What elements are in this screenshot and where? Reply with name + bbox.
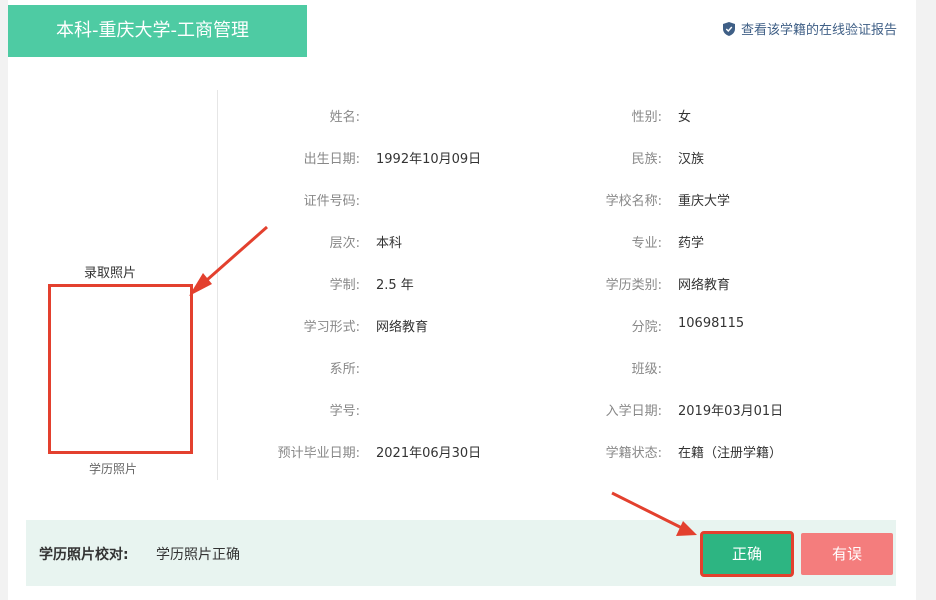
verify-link-label: 查看该学籍的在线验证报告: [740, 23, 897, 38]
enrollment-date-value: 2019年03月01日: [678, 404, 784, 419]
page: 学信网 学信网 学信网 学信网 学信网 学信网 学信网 学信网 本科-重庆大学-…: [0, 0, 936, 600]
photo-check-value: 学历照片正确: [156, 547, 240, 563]
branch-value: 10698115: [678, 316, 745, 331]
correct-button[interactable]: 正确: [700, 531, 794, 577]
ethnicity-label: 民族:: [631, 152, 662, 167]
study-length-label: 学制:: [329, 278, 360, 293]
shield-icon: [722, 21, 735, 36]
name-label: 姓名:: [329, 110, 360, 125]
class-label: 班级:: [631, 362, 662, 377]
education-type-value: 网络教育: [678, 278, 731, 293]
education-type-label: 学历类别:: [605, 278, 662, 293]
branch-label: 分院:: [631, 320, 662, 335]
birth-date-label: 出生日期:: [303, 152, 360, 167]
ethnicity-value: 汉族: [678, 152, 705, 167]
major-value: 药学: [678, 236, 705, 251]
level-value: 本科: [376, 236, 403, 251]
level-label: 层次:: [329, 236, 360, 251]
school-name-label: 学校名称:: [605, 194, 662, 209]
vertical-divider: [217, 90, 218, 480]
study-length-value: 2.5 年: [376, 278, 414, 293]
gender-value: 女: [678, 110, 692, 125]
study-mode-value: 网络教育: [376, 320, 429, 335]
enrollment-status-label: 学籍状态:: [605, 446, 662, 461]
department-label: 系所:: [329, 362, 360, 377]
study-mode-label: 学习形式:: [303, 320, 360, 335]
graduation-date-label: 预计毕业日期:: [277, 446, 360, 461]
major-label: 专业:: [631, 236, 662, 251]
wrong-button[interactable]: 有误: [801, 533, 893, 575]
photo-check-bar: 学历照片校对: 学历照片正确 正确 有误: [26, 520, 896, 586]
degree-photo-caption: 学历照片: [89, 462, 138, 476]
student-record-card: 本科-重庆大学-工商管理 查看该学籍的在线验证报告 录取照片 学历照片 姓名: …: [8, 0, 916, 600]
admission-photo: [48, 284, 193, 454]
record-title-tab: 本科-重庆大学-工商管理: [8, 5, 307, 57]
id-number-label: 证件号码:: [303, 194, 360, 209]
enrollment-status-value: 在籍（注册学籍）: [678, 446, 783, 461]
online-verify-report-link[interactable]: 查看该学籍的在线验证报告: [722, 19, 897, 38]
admission-photo-caption: 录取照片: [84, 266, 137, 281]
graduation-date-value: 2021年06月30日: [376, 446, 482, 461]
birth-date-value: 1992年10月09日: [376, 152, 482, 167]
gender-label: 性别:: [631, 110, 662, 125]
enrollment-date-label: 入学日期:: [605, 404, 662, 419]
photo-check-label: 学历照片校对:: [39, 547, 129, 563]
student-id-label: 学号:: [329, 404, 360, 419]
school-name-value: 重庆大学: [678, 194, 731, 209]
